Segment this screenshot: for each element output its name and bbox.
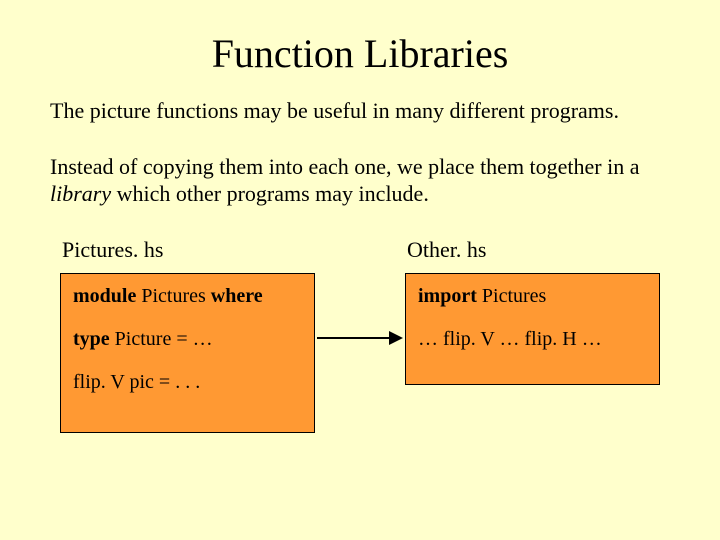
paragraph-2-em: library	[50, 181, 111, 206]
keyword-import: import	[418, 285, 477, 307]
left-line-2: type Picture = …	[73, 327, 302, 352]
left-line-1: module Pictures where	[73, 284, 302, 309]
right-file-column: Other. hs import Pictures … flip. V … fl…	[405, 236, 660, 386]
slide-title: Function Libraries	[0, 0, 720, 97]
right-file-label: Other. hs	[405, 236, 660, 264]
left-line-3: flip. V pic = . . .	[73, 370, 302, 395]
right-line-1-rest: Pictures	[477, 285, 546, 307]
keyword-module: module	[73, 285, 136, 307]
paragraph-2-a: Instead of copying them into each one, w…	[50, 154, 640, 179]
right-line-1: import Pictures	[418, 284, 647, 309]
keyword-where: where	[211, 285, 263, 307]
slide-body: The picture functions may be useful in m…	[0, 97, 720, 433]
paragraph-2-b: which other programs may include.	[111, 181, 429, 206]
left-code-box: module Pictures where type Picture = … f…	[60, 273, 315, 433]
left-file-label: Pictures. hs	[60, 236, 315, 264]
right-line-2: … flip. V … flip. H …	[418, 327, 647, 352]
right-code-box: import Pictures … flip. V … flip. H …	[405, 273, 660, 385]
paragraph-2: Instead of copying them into each one, w…	[50, 153, 670, 208]
left-line-2-rest: Picture = …	[110, 328, 213, 350]
left-file-column: Pictures. hs module Pictures where type …	[60, 236, 315, 434]
files-row: Pictures. hs module Pictures where type …	[50, 236, 670, 434]
slide: Function Libraries The picture functions…	[0, 0, 720, 540]
keyword-type: type	[73, 328, 110, 350]
arrow-column	[315, 236, 405, 350]
left-line-1-mid: Pictures	[136, 285, 210, 307]
paragraph-1: The picture functions may be useful in m…	[50, 97, 670, 125]
arrow-icon	[315, 326, 405, 350]
